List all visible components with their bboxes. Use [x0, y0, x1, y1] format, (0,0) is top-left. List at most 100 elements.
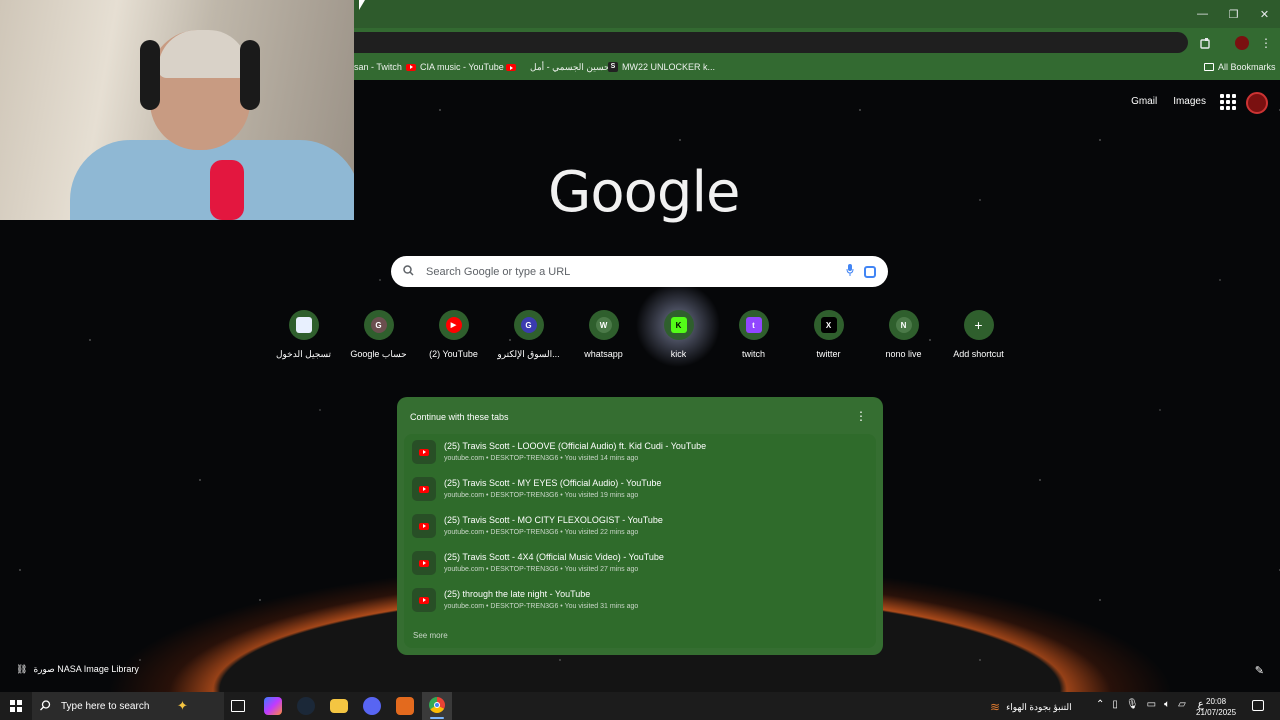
shortcut-label: twitch: [741, 349, 765, 359]
login-icon: [295, 317, 312, 333]
search-box[interactable]: [391, 256, 888, 287]
window-controls: — ❐ ✕: [1187, 0, 1280, 28]
microphone: [210, 160, 244, 220]
headphone-left: [140, 40, 160, 110]
restore-button[interactable]: ❐: [1218, 0, 1249, 28]
shortcut-icon: X: [813, 310, 844, 340]
windows-start-icon[interactable]: [10, 700, 22, 712]
youtube-icon: [412, 440, 436, 464]
x-icon: X: [820, 317, 837, 333]
volume-icon[interactable]: 🔈︎: [1164, 699, 1170, 710]
system-clock[interactable]: 20:08 21/07/2025: [1196, 696, 1236, 718]
address-bar[interactable]: [300, 32, 1188, 53]
chrome-taskbar-button[interactable]: [422, 692, 452, 720]
taskbar-search[interactable]: ✦: [32, 692, 224, 720]
battery-icon[interactable]: ▱: [1178, 699, 1186, 710]
add-shortcut-button[interactable]: + Add shortcut: [941, 310, 1016, 360]
tab-item[interactable]: (25) Travis Scott - LOOOVE (Official Aud…: [404, 434, 876, 471]
shortcut-whatsapp[interactable]: W whatsapp: [566, 310, 641, 360]
discord-icon[interactable]: [363, 697, 381, 715]
google-logo: Google: [548, 160, 740, 225]
copilot-app-icon[interactable]: [264, 697, 282, 715]
shortcut-souq[interactable]: G السوق الإلكترو...: [491, 310, 566, 360]
google-lens-icon[interactable]: [864, 265, 876, 278]
tab-item[interactable]: (25) Travis Scott - MO CITY FLEXOLOGIST …: [404, 508, 876, 545]
shortcut-twitch[interactable]: t twitch: [716, 310, 791, 360]
shortcut-twitter[interactable]: X twitter: [791, 310, 866, 360]
account-avatar[interactable]: [1246, 92, 1268, 114]
shortcut-kick[interactable]: K kick: [641, 310, 716, 360]
shortcut-label: Add shortcut: [953, 349, 1004, 359]
app-a-icon[interactable]: [396, 697, 414, 715]
gmail-link[interactable]: Gmail: [1131, 96, 1157, 107]
customize-pencil-icon[interactable]: ✎: [1255, 664, 1264, 677]
shortcut-nono-live[interactable]: N nono live: [866, 310, 941, 360]
all-bookmarks-button[interactable]: All Bookmarks: [1204, 62, 1276, 72]
more-options-icon[interactable]: ⋮: [855, 409, 867, 423]
shortcut-label: Google حساب: [350, 349, 407, 359]
images-link[interactable]: Images: [1173, 96, 1206, 107]
shortcut-youtube[interactable]: ▶ (2) YouTube: [416, 310, 491, 360]
top-links: Gmail Images: [1131, 96, 1206, 107]
task-view-icon[interactable]: [231, 700, 245, 712]
tab-meta: youtube.com • DESKTOP-TREN3G6 • You visi…: [444, 492, 639, 499]
tab-item[interactable]: (25) Travis Scott - MY EYES (Official Au…: [404, 471, 876, 508]
clock-date: 21/07/2025: [1196, 708, 1237, 717]
search-icon: [40, 699, 51, 713]
taskbar-search-input[interactable]: [59, 699, 169, 713]
bookmark-cia-music[interactable]: CIA music - YouTube: [406, 62, 504, 72]
profile-icon[interactable]: [1232, 33, 1252, 53]
shortcut-label: nono live: [885, 349, 922, 359]
tray-app-icon[interactable]: ▯: [1112, 699, 1118, 710]
twitch-icon: t: [745, 317, 762, 333]
w-letter-icon: W: [595, 317, 612, 333]
shortcut-icon: [288, 310, 319, 340]
search-input[interactable]: [424, 264, 846, 279]
extensions-icon[interactable]: [1196, 33, 1216, 53]
file-explorer-icon[interactable]: [330, 699, 348, 713]
weather-widget[interactable]: ≋ التنبؤ بجودة الهواء: [990, 700, 1072, 714]
shortcut-icon: ▶: [438, 310, 469, 340]
bookmark-mw22[interactable]: S MW22 UNLOCKER k...: [608, 62, 715, 72]
show-hidden-icons-chevron-icon[interactable]: ⌃: [1096, 699, 1104, 710]
air-quality-icon: ≋: [990, 700, 1001, 714]
g-letter-icon: G: [370, 317, 387, 333]
continue-tabs-card: Continue with these tabs ⋮ (25) Travis S…: [397, 397, 883, 655]
microphone-icon[interactable]: [846, 264, 854, 279]
tab-title: (25) Travis Scott - MO CITY FLEXOLOGIST …: [444, 515, 663, 525]
g-letter-icon: G: [520, 317, 537, 333]
tab-meta: youtube.com • DESKTOP-TREN3G6 • You visi…: [444, 529, 639, 536]
shortcut-google-account[interactable]: G Google حساب: [341, 310, 416, 360]
card-title: Continue with these tabs: [410, 412, 509, 422]
microphone-icon[interactable]: 🎙︎: [1126, 699, 1139, 710]
background-attribution[interactable]: ⛓ صورة NASA Image Library: [16, 664, 139, 675]
notifications-icon[interactable]: [1252, 700, 1264, 711]
bookmark-label: MW22 UNLOCKER k...: [622, 62, 716, 72]
tab-title: (25) through the late night - YouTube: [444, 589, 591, 599]
chrome-menu-icon[interactable]: ⋮: [1256, 33, 1276, 53]
steam-icon[interactable]: [297, 697, 315, 715]
google-apps-icon[interactable]: [1220, 94, 1236, 110]
webcam-overlay: [0, 0, 354, 220]
shortcut-icon: W: [588, 310, 619, 340]
bookmark-label: حسين الجسمي - أمل...: [530, 62, 617, 72]
bookmark-twitch[interactable]: san - Twitch: [354, 62, 402, 72]
folder-icon: [1204, 63, 1214, 71]
close-button[interactable]: ✕: [1249, 0, 1280, 28]
youtube-icon: [406, 63, 416, 71]
system-tray: ⌃ ▯ 🎙︎ ▭ 🔈︎ ▱ ع: [1096, 699, 1204, 710]
shortcut-label: whatsapp: [584, 349, 623, 359]
clock-time: 20:08: [1206, 697, 1227, 706]
shortcut-label: (2) YouTube: [429, 349, 478, 359]
shortcut-label: kick: [670, 349, 687, 359]
network-icon[interactable]: ▭: [1147, 699, 1156, 710]
minimize-button[interactable]: —: [1187, 0, 1218, 28]
bookmark-youtube-arabic[interactable]: حسين الجسمي - أمل...: [506, 62, 617, 73]
mouse-cursor-icon: [359, 0, 365, 10]
shortcut-login[interactable]: تسجيل الدخول: [266, 310, 341, 360]
tabs-list: (25) Travis Scott - LOOOVE (Official Aud…: [404, 434, 876, 648]
tab-item[interactable]: (25) Travis Scott - 4X4 (Official Music …: [404, 545, 876, 582]
tab-item[interactable]: (25) through the late night - YouTube yo…: [404, 582, 876, 619]
see-more-link[interactable]: See more: [413, 631, 448, 640]
shortcut-icon: +: [963, 310, 994, 340]
